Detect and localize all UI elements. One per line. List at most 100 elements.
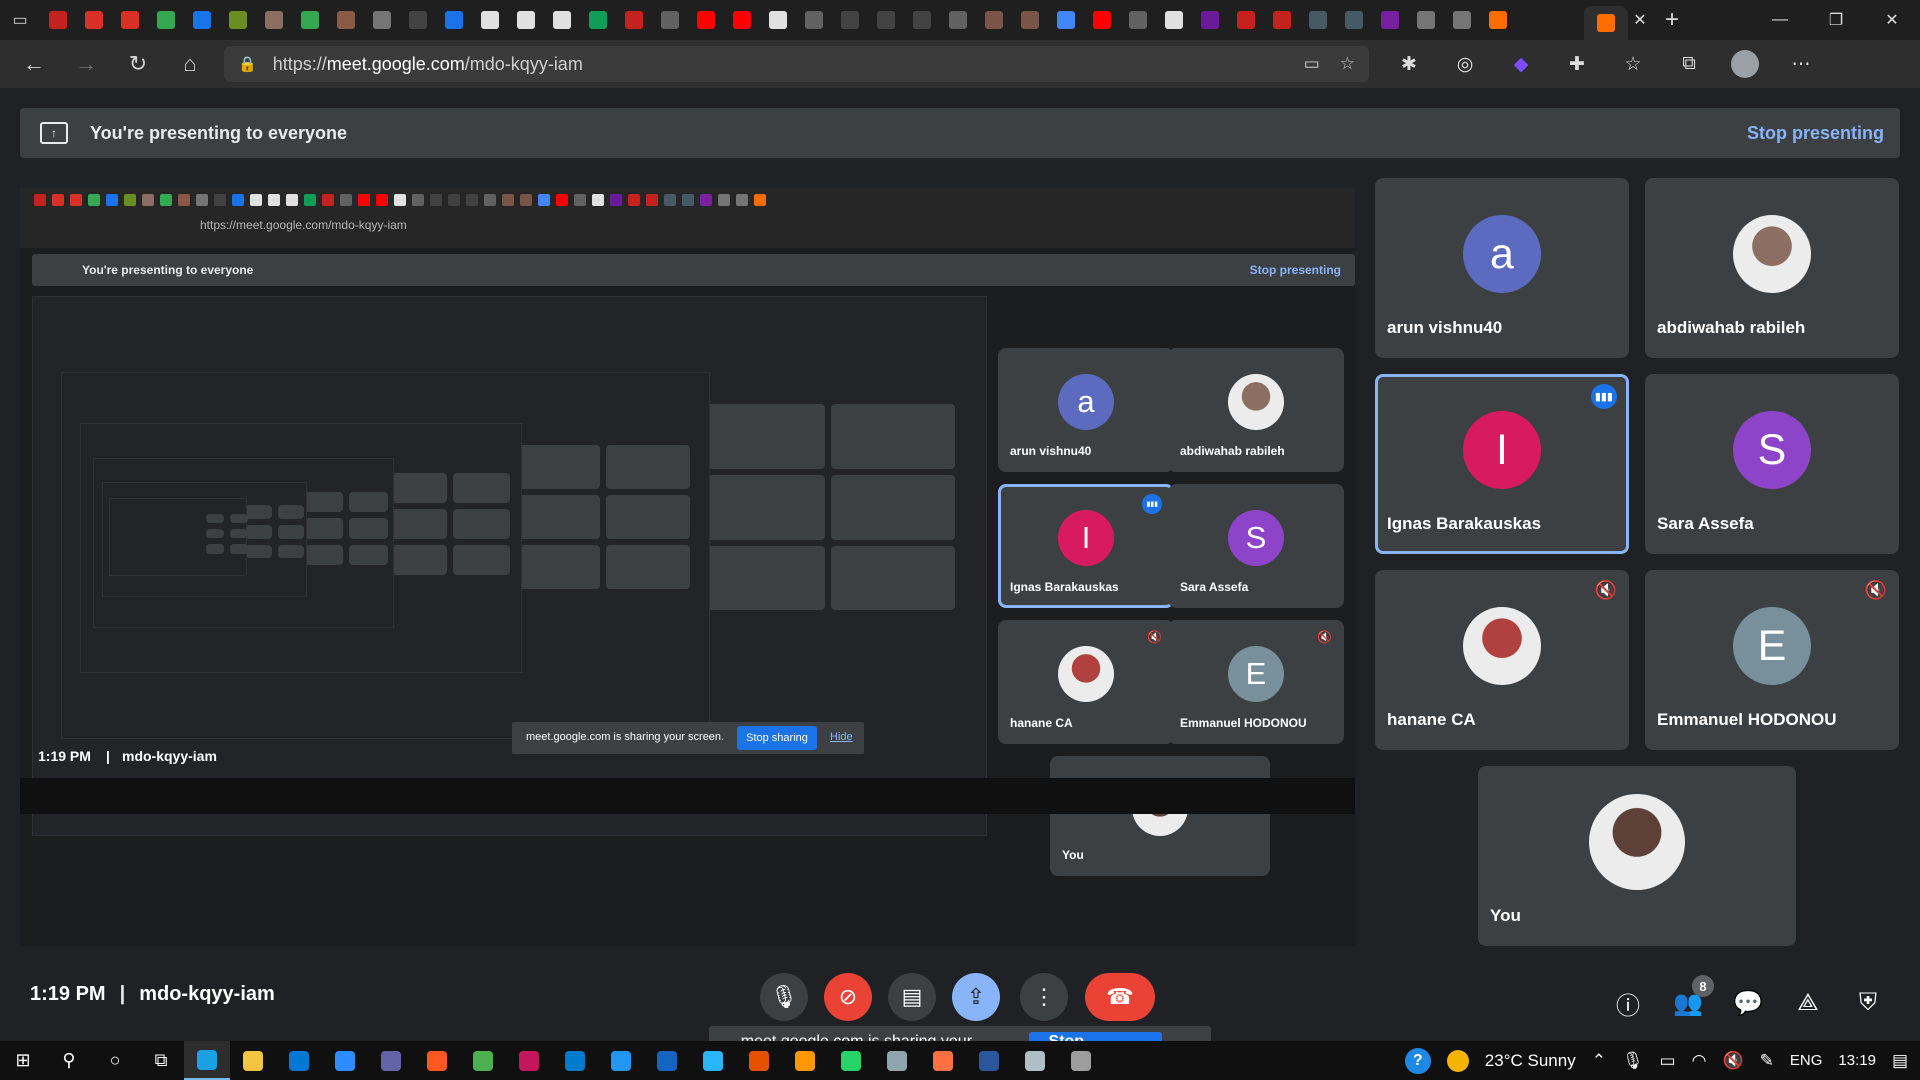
pen-icon[interactable]: ✎: [1760, 1051, 1774, 1071]
browser-tab[interactable]: [1192, 0, 1228, 40]
browser-tab[interactable]: [1408, 0, 1444, 40]
browser-tab[interactable]: [472, 0, 508, 40]
browser-tab[interactable]: [1012, 0, 1048, 40]
browser-tab[interactable]: [220, 0, 256, 40]
browser-tab[interactable]: [292, 0, 328, 40]
browser-tab[interactable]: [724, 0, 760, 40]
browser-tab[interactable]: [436, 0, 472, 40]
taskbar-app-app-html[interactable]: [736, 1041, 782, 1080]
stop-presenting-button[interactable]: Stop presenting: [1747, 123, 1884, 144]
browser-tab[interactable]: [760, 0, 796, 40]
meeting-details-icon[interactable]: ⓘ: [1610, 985, 1646, 1021]
browser-tab[interactable]: [400, 0, 436, 40]
taskbar-app-whatsapp[interactable]: [828, 1041, 874, 1080]
taskbar-app-app-arrow[interactable]: [690, 1041, 736, 1080]
browser-tab[interactable]: [1120, 0, 1156, 40]
microphone-button[interactable]: 🎙: [760, 973, 808, 1021]
minimize-icon[interactable]: —: [1752, 0, 1808, 40]
browser-tab[interactable]: [1264, 0, 1300, 40]
forward-icon[interactable]: →: [60, 40, 112, 88]
add-favorite-icon[interactable]: ☆: [1340, 54, 1355, 74]
taskbar-app-vscode[interactable]: [552, 1041, 598, 1080]
tray-overflow-icon[interactable]: ⌃: [1592, 1051, 1606, 1071]
browser-tab[interactable]: [328, 0, 364, 40]
task-view-icon[interactable]: ⧉: [138, 1041, 184, 1080]
participant-tile[interactable]: S Sara Assefa: [1645, 374, 1899, 554]
favorites-icon[interactable]: ☆: [1605, 40, 1661, 88]
close-tab-icon[interactable]: ✕: [1628, 0, 1652, 40]
wifi-icon[interactable]: ◠: [1692, 1051, 1707, 1071]
extension-target-icon[interactable]: ◎: [1437, 40, 1493, 88]
browser-tab[interactable]: [1372, 0, 1408, 40]
taskbar-app-word[interactable]: [966, 1041, 1012, 1080]
browser-tab[interactable]: [184, 0, 220, 40]
browser-tab[interactable]: [1048, 0, 1084, 40]
taskbar-app-zoom[interactable]: [322, 1041, 368, 1080]
browser-tab[interactable]: [1444, 0, 1480, 40]
home-icon[interactable]: ⌂: [164, 40, 216, 88]
browser-tab[interactable]: [508, 0, 544, 40]
browser-tab[interactable]: [688, 0, 724, 40]
present-now-button[interactable]: ⇪: [952, 973, 1000, 1021]
battery-icon[interactable]: ▭: [1660, 1051, 1676, 1071]
browser-tab[interactable]: [652, 0, 688, 40]
participant-tile[interactable]: I Ignas Barakauskas ▮▮▮: [1375, 374, 1629, 554]
address-bar[interactable]: 🔒 https://meet.google.com/mdo-kqyy-iam ▭…: [224, 46, 1369, 82]
more-options-button[interactable]: ⋮: [1020, 973, 1068, 1021]
collections-icon[interactable]: ⧉: [1661, 40, 1717, 88]
new-tab-button[interactable]: +: [1652, 0, 1692, 40]
leave-call-button[interactable]: ☎: [1085, 973, 1155, 1021]
browser-tab[interactable]: [544, 0, 580, 40]
browser-tab[interactable]: [1336, 0, 1372, 40]
browser-tab[interactable]: [1480, 0, 1516, 40]
taskbar-app-phpstorm[interactable]: [506, 1041, 552, 1080]
extension-gear-icon[interactable]: ✱: [1381, 40, 1437, 88]
restore-icon[interactable]: ❐: [1808, 0, 1864, 40]
search-icon[interactable]: ⚲: [46, 1041, 92, 1080]
browser-tab[interactable]: [616, 0, 652, 40]
back-icon[interactable]: ←: [8, 40, 60, 88]
participant-tile[interactable]: a arun vishnu40: [1375, 178, 1629, 358]
camera-off-button[interactable]: ⊘: [824, 973, 872, 1021]
taskbar-app-chrome[interactable]: [460, 1041, 506, 1080]
browser-tab[interactable]: [256, 0, 292, 40]
browser-tab[interactable]: [832, 0, 868, 40]
weather-text[interactable]: 23°C Sunny: [1485, 1051, 1576, 1071]
browser-tab[interactable]: [868, 0, 904, 40]
tab-actions-icon[interactable]: ▭: [0, 0, 40, 40]
microphone-tray-icon[interactable]: 🎙: [1622, 1051, 1644, 1071]
taskbar-app-edge[interactable]: [184, 1041, 230, 1080]
start-windows-icon[interactable]: ⊞: [0, 1041, 46, 1080]
browser-tab[interactable]: [1300, 0, 1336, 40]
chat-icon[interactable]: 💬: [1730, 985, 1766, 1021]
close-window-icon[interactable]: ✕: [1864, 0, 1920, 40]
taskbar-app-app-monitor[interactable]: [1012, 1041, 1058, 1080]
taskbar-app-mail[interactable]: [276, 1041, 322, 1080]
browser-tab[interactable]: [1084, 0, 1120, 40]
extension-gem-icon[interactable]: ◆: [1493, 40, 1549, 88]
browser-tab[interactable]: [40, 0, 76, 40]
taskbar-app-app-blue[interactable]: [644, 1041, 690, 1080]
notifications-icon[interactable]: ▤: [1892, 1051, 1908, 1071]
taskbar-app-network-tool[interactable]: [598, 1041, 644, 1080]
browser-tab[interactable]: [580, 0, 616, 40]
refresh-icon[interactable]: ↻: [112, 40, 164, 88]
browser-tab[interactable]: [976, 0, 1012, 40]
browser-tab[interactable]: [796, 0, 832, 40]
active-tab[interactable]: [1584, 6, 1628, 40]
taskbar-app-app-shop[interactable]: [920, 1041, 966, 1080]
participant-tile[interactable]: abdiwahab rabileh: [1645, 178, 1899, 358]
help-icon[interactable]: ?: [1404, 1047, 1431, 1074]
volume-muted-icon[interactable]: 🔇: [1722, 1051, 1743, 1071]
browser-tab[interactable]: [76, 0, 112, 40]
participant-tile[interactable]: You: [1478, 766, 1796, 946]
camera-icon[interactable]: ▭: [1304, 54, 1320, 74]
browser-tab[interactable]: [1156, 0, 1192, 40]
taskbar-app-teams[interactable]: [368, 1041, 414, 1080]
profile-avatar[interactable]: [1717, 40, 1773, 88]
browser-tab[interactable]: [148, 0, 184, 40]
browser-tab[interactable]: [112, 0, 148, 40]
extensions-icon[interactable]: ✚: [1549, 40, 1605, 88]
participant-tile[interactable]: E Emmanuel HODONOU 🔇: [1645, 570, 1899, 750]
taskbar-app-app-orange[interactable]: [414, 1041, 460, 1080]
